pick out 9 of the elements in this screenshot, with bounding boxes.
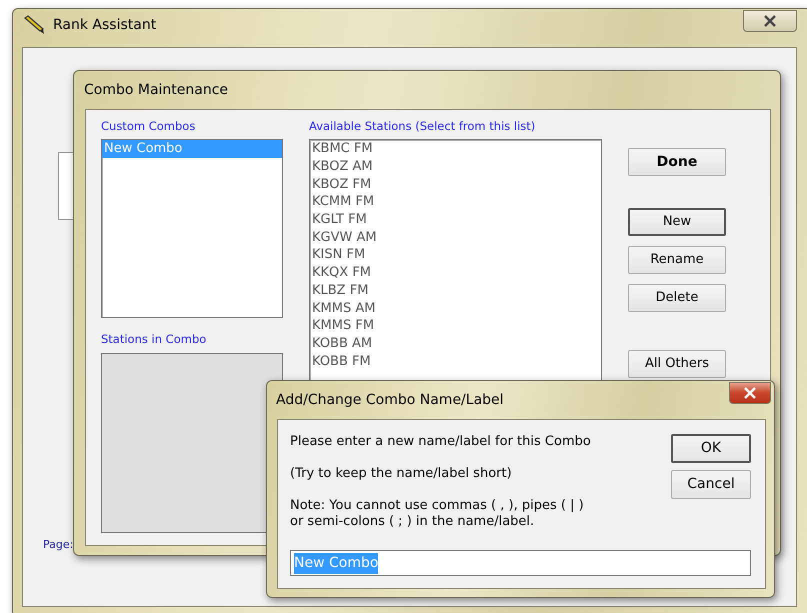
page-label: Page: [43, 537, 74, 553]
dialog-title: Combo Maintenance [84, 80, 228, 100]
instruction-text: (Try to keep the name/label short) [290, 466, 513, 482]
instruction-text: Note: You cannot use commas ( , ), pipes ( | ) or semi-colons ( ; ) in the name/label. [290, 498, 585, 530]
list-label: Custom Combos [101, 118, 196, 135]
list-label: Available Stations (Select from this list) [309, 118, 536, 135]
instruction-text: Please enter a new name/label for this Combo [290, 434, 592, 450]
list-label: Stations in Combo [101, 331, 208, 348]
window-title: Rank Assistant [53, 16, 156, 34]
